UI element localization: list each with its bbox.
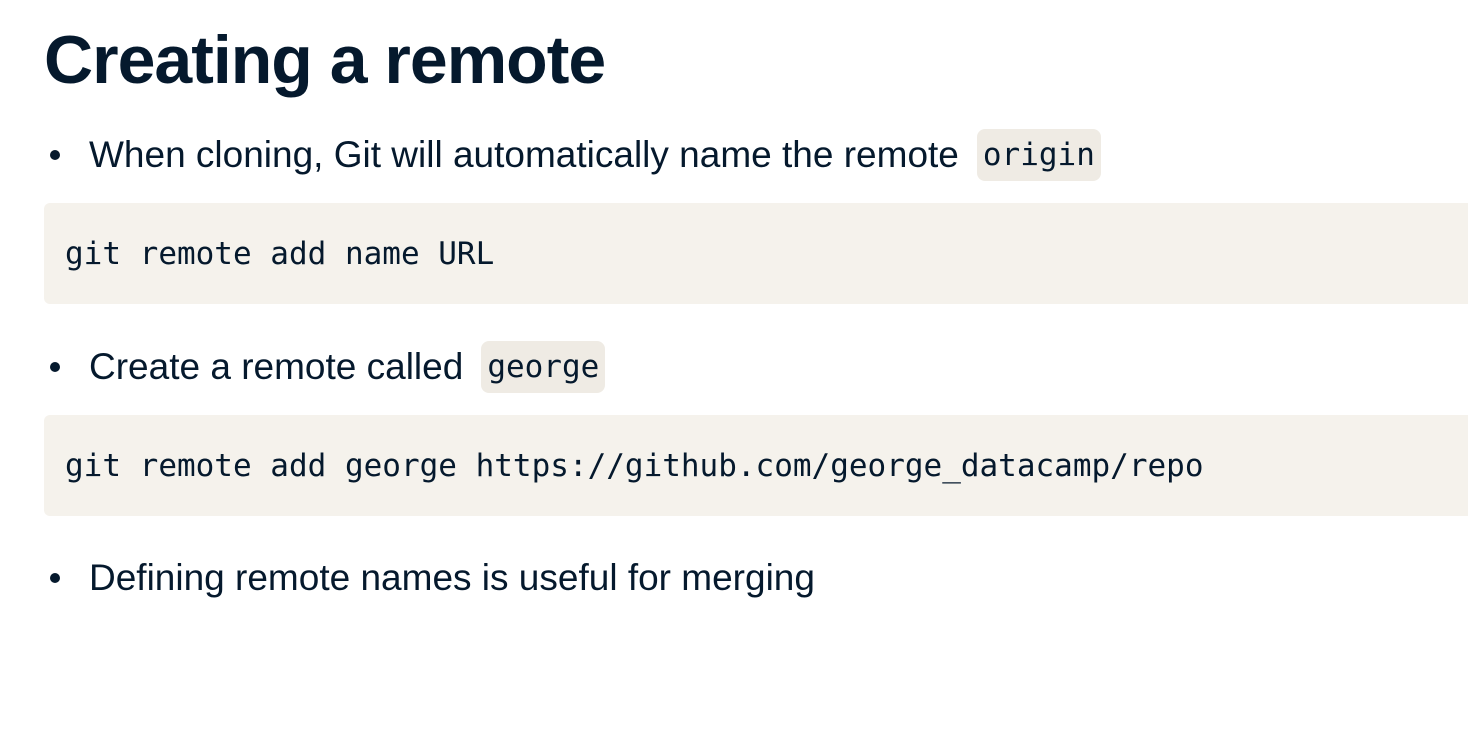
bullet-item-cloning: When cloning, Git will automatically nam… [50, 129, 1101, 181]
bullet-dot-icon [50, 573, 60, 583]
code-block-remote-add-george: git remote add george https://github.com… [44, 415, 1468, 516]
bullet-text: Defining remote names is useful for merg… [89, 557, 815, 598]
code-text: git remote add name URL [65, 235, 495, 272]
inline-code-george: george [481, 341, 606, 393]
inline-code-origin: origin [976, 129, 1101, 181]
bullet-dot-icon [50, 150, 60, 160]
bullet-text: When cloning, Git will automatically nam… [89, 134, 959, 175]
code-text: git remote add george https://github.com… [65, 447, 1204, 484]
bullet-item-create-remote: Create a remote called george [50, 341, 606, 393]
slide-title: Creating a remote [44, 22, 606, 98]
bullet-text: Create a remote called [89, 346, 464, 387]
bullet-item-merging: Defining remote names is useful for merg… [50, 552, 815, 604]
code-block-remote-add-syntax: git remote add name URL [44, 203, 1468, 304]
bullet-dot-icon [50, 362, 60, 372]
